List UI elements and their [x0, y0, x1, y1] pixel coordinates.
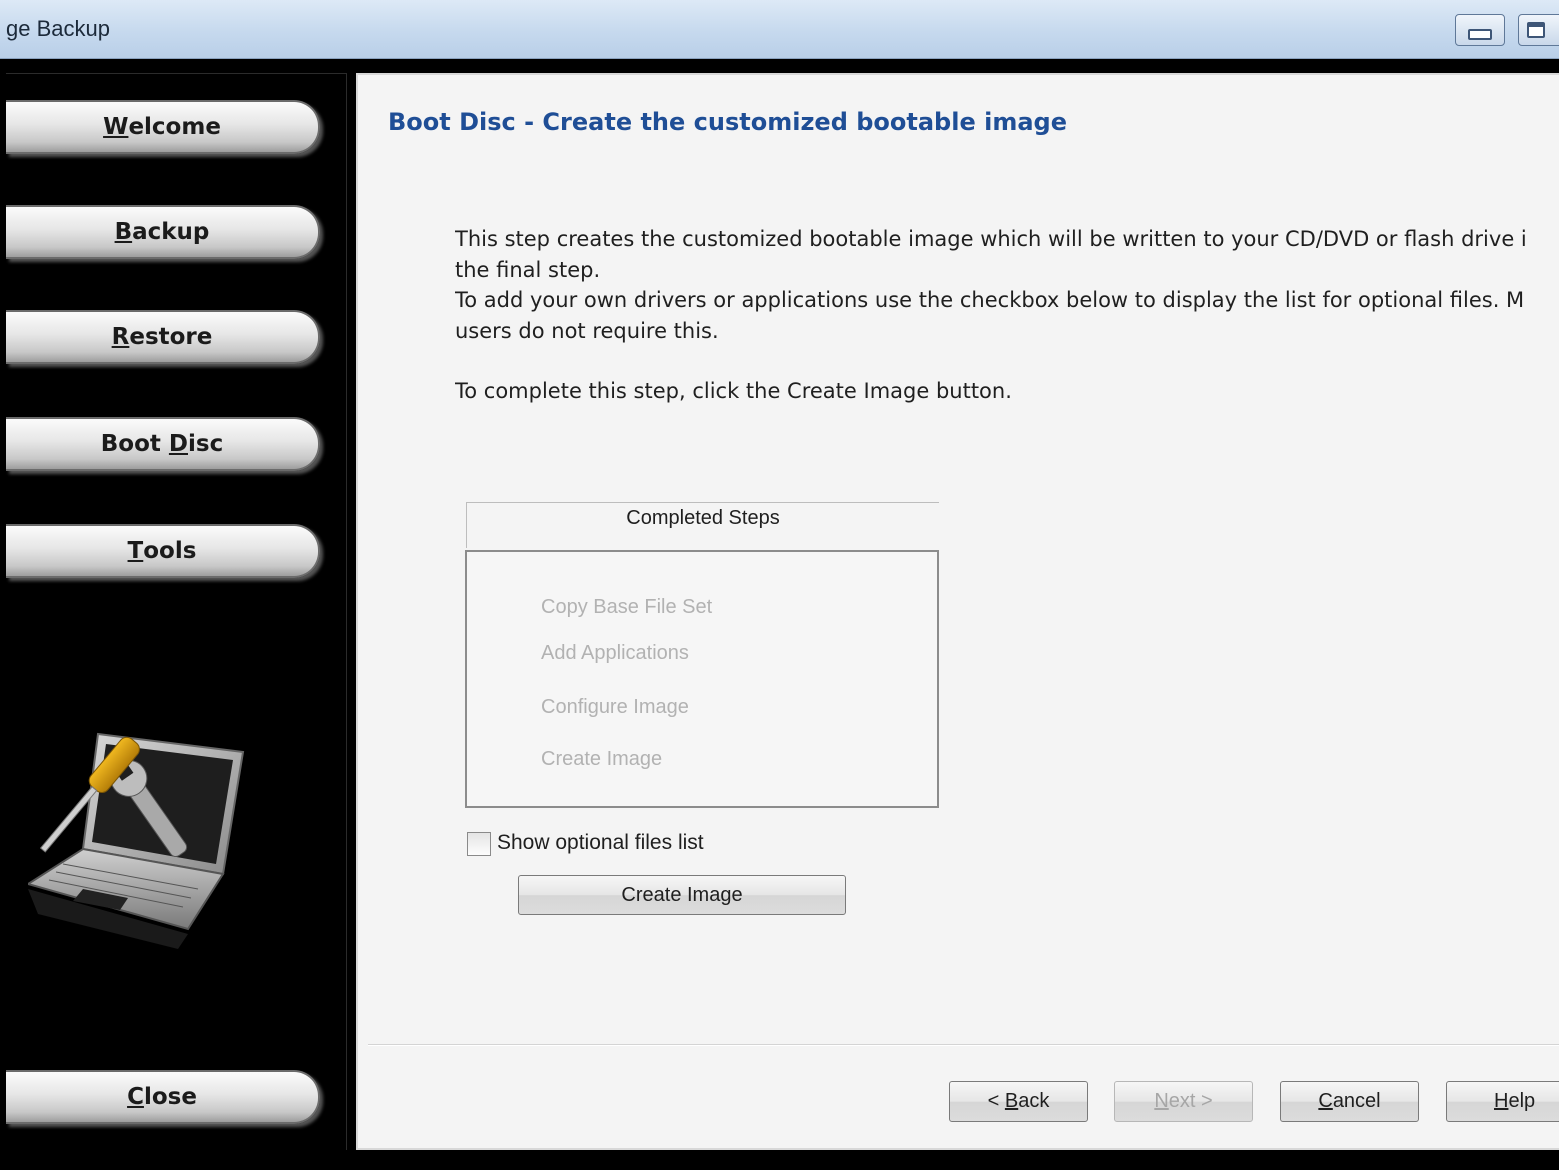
create-image-button[interactable]: Create Image [518, 875, 846, 915]
nav-label-key: W [103, 114, 129, 140]
nav-label-key: R [111, 324, 130, 350]
laptop-tools-icon [28, 732, 245, 949]
step-create-image: Create Image [541, 748, 663, 770]
minimize-button[interactable] [1455, 14, 1505, 46]
nav-label-pre: Boot [100, 431, 169, 457]
description-line: To add your own drivers or applications … [455, 288, 1525, 312]
help-button[interactable]: Help [1446, 1081, 1559, 1122]
step-copy-base-file-set: Copy Base File Set [541, 596, 713, 618]
button-label-post: ancel [1332, 1090, 1381, 1112]
nav-label-key: D [168, 431, 188, 457]
nav-label-post: elcome [128, 114, 221, 140]
sidebar: Welcome Backup Restore Boot Disc Tools C… [6, 73, 347, 1152]
window-bottom-edge [0, 1150, 1559, 1170]
description-line: the final step. [455, 257, 601, 282]
completed-steps-header: Completed Steps [466, 502, 939, 548]
step-configure-image: Configure Image [541, 696, 689, 718]
button-label-post: ext > [1168, 1090, 1213, 1112]
nav-label-post: lose [143, 1084, 197, 1110]
button-label-pre: < [987, 1090, 1005, 1112]
nav-tools-button[interactable]: Tools [6, 524, 320, 578]
nav-label-key: B [114, 219, 133, 245]
minimize-icon [1468, 28, 1492, 40]
button-label-post: elp [1508, 1090, 1536, 1112]
button-label-key: N [1154, 1090, 1169, 1112]
nav-label-post: ools [143, 538, 197, 564]
nav-boot-disc-button[interactable]: Boot Disc [6, 417, 320, 471]
cancel-button[interactable]: Cancel [1280, 1081, 1419, 1122]
description-line: This step creates the customized bootabl… [455, 227, 1527, 251]
description-line: To complete this step, click the Create … [455, 379, 1012, 403]
button-label-key: H [1494, 1090, 1509, 1112]
show-optional-files-label[interactable]: Show optional files list [497, 831, 704, 855]
nav-backup-button[interactable]: Backup [6, 205, 320, 259]
nav-label-post: isc [188, 431, 224, 457]
completed-steps-title: Completed Steps [626, 507, 780, 529]
nav-label-key: T [127, 538, 144, 564]
nav-restore-button[interactable]: Restore [6, 310, 320, 364]
back-button[interactable]: < Back [949, 1081, 1088, 1122]
button-label-key: B [1004, 1090, 1019, 1112]
completed-steps-list: Copy Base File Set Add Applications Conf… [465, 550, 939, 808]
button-label-key: C [1318, 1090, 1333, 1112]
step-description: This step creates the customized bootabl… [455, 224, 1559, 407]
show-optional-files-checkbox[interactable] [467, 832, 491, 856]
page-title: Boot Disc - Create the customized bootab… [388, 108, 1067, 136]
maximize-button[interactable] [1518, 14, 1559, 46]
create-image-label: Create Image [621, 883, 743, 906]
nav-welcome-button[interactable]: Welcome [6, 100, 320, 154]
nav-label-post: estore [129, 324, 213, 350]
footer-divider [368, 1044, 1559, 1046]
close-button[interactable]: Close [6, 1070, 320, 1124]
title-bar: ge Backup [0, 0, 1559, 59]
maximize-icon [1527, 22, 1545, 38]
next-button[interactable]: Next > [1114, 1081, 1253, 1122]
step-add-applications: Add Applications [541, 642, 689, 664]
window-title: ge Backup [6, 16, 110, 41]
nav-label-post: ackup [132, 219, 210, 245]
description-line: users do not require this. [455, 318, 719, 343]
button-label-post: ack [1018, 1090, 1050, 1112]
nav-label-key: C [127, 1084, 144, 1110]
